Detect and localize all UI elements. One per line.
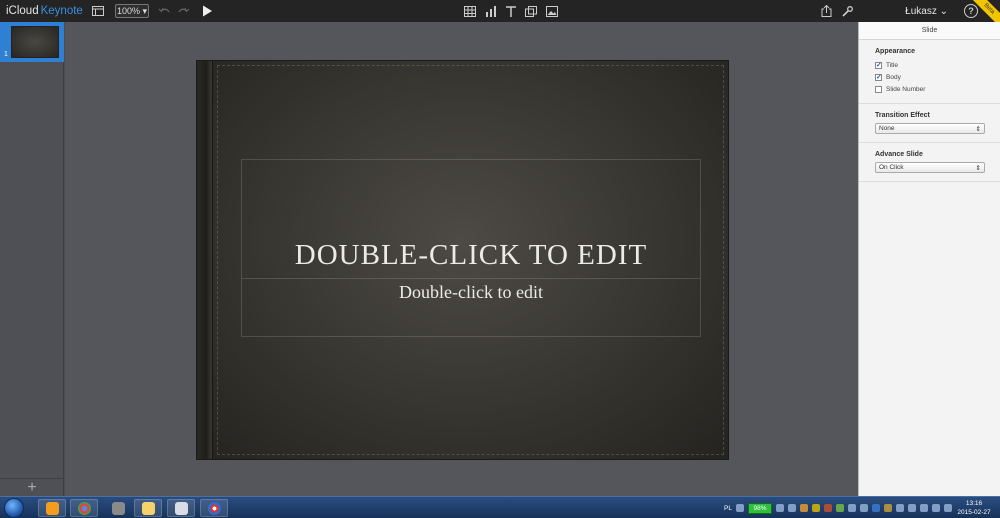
slide-thumbnail[interactable]	[11, 26, 59, 58]
language-indicator[interactable]: PL	[724, 505, 732, 512]
tray-app-icon[interactable]	[836, 504, 844, 512]
checkbox-title-box[interactable]: ✓	[875, 61, 882, 69]
brand-icloud: iCloud	[6, 5, 39, 17]
tray-arrow-icon[interactable]	[736, 504, 744, 512]
view-sidebar-icon[interactable]	[92, 0, 104, 22]
tray-network-icon[interactable]	[788, 504, 796, 512]
wrench-icon[interactable]	[842, 0, 853, 22]
folder-icon	[142, 502, 155, 515]
inspector-tab-slide[interactable]: Slide	[859, 22, 1000, 40]
tray-app-icon[interactable]	[848, 504, 856, 512]
notes-icon	[175, 502, 188, 515]
taskbar-app-browser[interactable]	[200, 499, 228, 517]
slide-number: 1	[4, 51, 8, 58]
shape-icon[interactable]	[525, 0, 537, 22]
image-icon[interactable]	[546, 0, 558, 22]
tool-icon	[112, 502, 125, 515]
select-arrows-icon: ⇕	[975, 125, 981, 133]
redo-icon[interactable]	[178, 0, 190, 22]
top-toolbar: iCloud Keynote 100% ▾ Łukasz ⌄ ? Beta	[0, 0, 1000, 31]
tray-app-icon[interactable]	[800, 504, 808, 512]
advance-heading: Advance Slide	[875, 151, 923, 158]
advance-select[interactable]: On Click ⇕	[875, 162, 985, 173]
tray-app-icon[interactable]	[824, 504, 832, 512]
zoom-value: 100%	[116, 6, 140, 16]
table-icon[interactable]	[464, 0, 476, 22]
taskbar-clock[interactable]: 13:16 2015-02-27	[954, 499, 994, 517]
chrome-icon	[78, 502, 91, 515]
share-icon[interactable]	[821, 0, 832, 22]
checkbox-body-box[interactable]: ✓	[875, 73, 882, 81]
appearance-section: Appearance ✓ Title ✓ Body Slide Number	[859, 40, 1000, 104]
text-icon[interactable]	[506, 0, 516, 22]
transition-value: None	[879, 125, 895, 132]
taskbar-app-media[interactable]	[38, 499, 66, 517]
brand-keynote: Keynote	[40, 5, 83, 17]
taskbar-app-chrome[interactable]	[70, 499, 98, 517]
checkbox-body-label: Body	[886, 73, 901, 81]
tray-app-icon[interactable]	[896, 504, 904, 512]
tray-app-icon[interactable]	[812, 504, 820, 512]
app-brand: iCloud Keynote	[6, 0, 83, 22]
advance-section: Advance Slide On Click ⇕	[859, 143, 1000, 182]
chart-icon[interactable]	[485, 0, 497, 22]
clock-date: 2015-02-27	[957, 509, 991, 516]
zoom-select[interactable]: 100% ▾	[115, 4, 149, 18]
user-menu[interactable]: Łukasz ⌄	[905, 0, 948, 22]
browser-icon	[208, 502, 221, 515]
taskbar-app-explorer[interactable]	[134, 499, 162, 517]
tray-app-icon[interactable]	[908, 504, 916, 512]
tray-app-icon[interactable]	[884, 504, 892, 512]
system-tray: PL 98%	[724, 501, 952, 515]
help-button[interactable]: ?	[964, 4, 978, 18]
bluetooth-icon[interactable]	[860, 504, 868, 512]
slide[interactable]: DOUBLE-CLICK TO EDIT Double-click to edi…	[196, 60, 729, 460]
tray-app-icon[interactable]	[872, 504, 880, 512]
appearance-heading: Appearance	[875, 48, 916, 55]
user-name: Łukasz	[905, 5, 937, 17]
checkbox-slide-number[interactable]: Slide Number	[875, 83, 984, 95]
undo-icon[interactable]	[158, 0, 170, 22]
transition-section: Transition Effect None ⇕	[859, 104, 1000, 143]
volume-icon[interactable]	[944, 504, 952, 512]
taskbar-app-tool[interactable]	[104, 499, 132, 517]
slide-title-text[interactable]: DOUBLE-CLICK TO EDIT	[241, 239, 701, 272]
battery-indicator[interactable]: 98%	[748, 502, 772, 514]
transition-heading: Transition Effect	[875, 112, 930, 119]
slide-body-text[interactable]: Double-click to edit	[241, 282, 701, 303]
advance-value: On Click	[879, 164, 904, 171]
taskbar-app-notes[interactable]	[167, 499, 195, 517]
checkbox-title-label: Title	[886, 61, 899, 69]
format-inspector: Slide Appearance ✓ Title ✓ Body Slide Nu…	[858, 22, 1000, 496]
slide-spine-decoration	[197, 61, 213, 459]
checkbox-body[interactable]: ✓ Body	[875, 71, 984, 83]
select-arrows-icon: ⇕	[975, 164, 981, 172]
start-button[interactable]	[4, 498, 24, 518]
media-player-icon	[46, 502, 59, 515]
wifi-icon[interactable]	[932, 504, 940, 512]
add-slide-button[interactable]: +	[0, 478, 64, 496]
checkbox-slide-number-box[interactable]	[875, 85, 882, 93]
slide-thumbnail-selected[interactable]: 1	[0, 22, 64, 62]
tray-sync-icon[interactable]	[776, 504, 784, 512]
checkbox-slide-number-label: Slide Number	[886, 85, 926, 93]
slide-canvas: DOUBLE-CLICK TO EDIT Double-click to edi…	[65, 22, 858, 496]
windows-taskbar: PL 98% 13:16 2015-02-27	[0, 496, 1000, 518]
play-icon[interactable]	[202, 0, 213, 22]
slide-navigator: 1 +	[0, 22, 64, 496]
transition-select[interactable]: None ⇕	[875, 123, 985, 134]
checkbox-title[interactable]: ✓ Title	[875, 59, 984, 71]
tray-app-icon[interactable]	[920, 504, 928, 512]
clock-time: 13:16	[965, 500, 983, 507]
